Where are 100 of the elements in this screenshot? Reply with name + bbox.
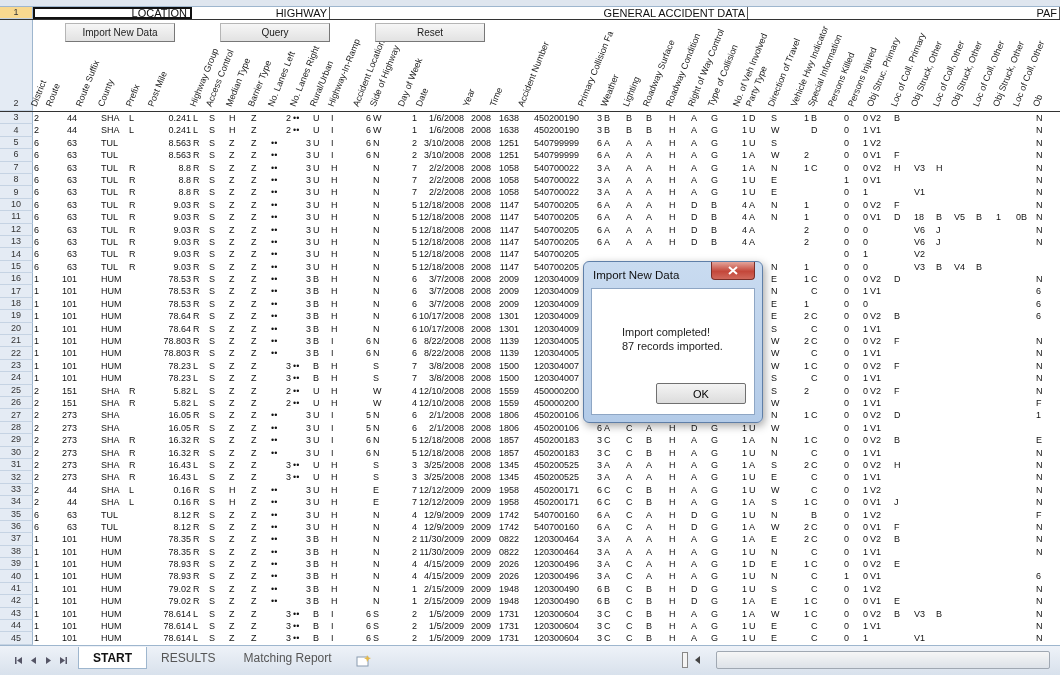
table-cell: V1 (870, 570, 881, 583)
table-cell: R (129, 458, 136, 472)
table-cell: C (811, 335, 818, 348)
table-cell: 1 (742, 136, 747, 150)
table-cell: R (193, 149, 200, 162)
table-cell: HUM (101, 310, 122, 323)
table-cell: TUL (101, 149, 118, 162)
table-cell: H (669, 620, 676, 633)
table-cell: 151 (61, 384, 77, 397)
table-cell: 450000200 (533, 397, 579, 410)
table-cell: 2008 (470, 211, 491, 224)
sheet-button[interactable]: Import New Data (65, 23, 175, 42)
table-cell: Z (251, 582, 257, 596)
table-cell: B (313, 322, 319, 336)
table-cell: Z (229, 297, 235, 311)
message-text: 87 records imported. (622, 339, 724, 353)
table-cell: 101 (61, 558, 77, 571)
table-cell: V5 (954, 211, 965, 224)
sheet-button[interactable]: Query (220, 23, 330, 42)
first-sheet-icon[interactable] (14, 655, 23, 665)
table-cell: A (604, 520, 610, 534)
table-cell: W (771, 124, 780, 137)
last-sheet-icon[interactable] (59, 655, 68, 665)
table-cell: 78.614 (163, 620, 191, 633)
table-cell: 0 (844, 235, 849, 249)
table-cell: N (373, 508, 380, 521)
table-cell: 1 (863, 347, 868, 360)
table-cell: TUL (101, 223, 118, 236)
table-cell: 1 (804, 161, 809, 174)
table-cell: U (313, 235, 320, 249)
table-cell: H (331, 471, 338, 484)
table-cell: 3 (306, 434, 311, 447)
table-cell: U (313, 471, 320, 484)
table-cell: B (711, 211, 717, 224)
table-cell: 0 (844, 149, 849, 162)
table-cell: S (209, 285, 215, 298)
table-cell: 1 (863, 186, 868, 199)
table-cell: B (604, 595, 610, 608)
sheet-tab[interactable]: START (78, 647, 148, 670)
sheet-tab[interactable]: RESULTS (147, 647, 230, 670)
tab-splitter[interactable] (681, 652, 688, 669)
table-cell: S (771, 582, 777, 596)
table-cell: V2 (870, 198, 881, 212)
table-cell: 2 (804, 533, 809, 546)
table-cell: B (313, 359, 319, 373)
table-cell: 4 (742, 235, 747, 249)
table-cell: R (193, 582, 200, 596)
table-cell: A (604, 161, 610, 174)
table-cell: L (193, 471, 198, 484)
table-cell: Z (251, 620, 257, 633)
table-cell: R (193, 297, 200, 311)
table-cell: 3 (286, 359, 291, 373)
table-cell: H (331, 483, 338, 497)
table-cell: V1 (870, 421, 881, 435)
horizontal-scrollbar[interactable] (715, 651, 1050, 670)
table-cell: 78.64 (168, 322, 191, 336)
table-cell: 1 (742, 471, 747, 484)
table-cell: S (209, 446, 215, 459)
table-cell: Z (251, 372, 257, 385)
table-cell: 1/6/2008 (428, 112, 464, 125)
ok-button[interactable]: OK (656, 383, 746, 404)
table-cell: A (749, 149, 755, 162)
table-cell: 1742 (498, 520, 519, 534)
table-cell: 5 (412, 198, 417, 212)
table-cell: 120304007 (533, 372, 579, 385)
previous-sheet-icon[interactable] (29, 655, 38, 665)
table-cell: 2 (804, 223, 809, 236)
table-cell: A (626, 471, 632, 484)
table-cell: 6 (34, 260, 39, 274)
table-cell: 0 (844, 198, 849, 212)
table-cell: Z (229, 322, 235, 336)
scroll-left-icon[interactable] (693, 655, 702, 666)
table-cell: 6 (366, 446, 371, 459)
table-cell: G (711, 446, 718, 459)
table-cell: S (209, 335, 215, 348)
table-cell: 0.16 (173, 496, 191, 509)
table-cell: 120300496 (533, 558, 579, 571)
close-button[interactable] (711, 262, 755, 280)
table-cell: 0 (844, 223, 849, 236)
table-cell: 2 (412, 136, 417, 150)
table-cell: 16.05 (168, 409, 191, 422)
table-cell: 0 (844, 582, 849, 596)
table-cell: Z (251, 211, 257, 224)
table-cell: C (626, 595, 633, 608)
table-cell: 6 (597, 149, 602, 162)
table-cell: H (331, 198, 338, 212)
table-cell: S (209, 161, 215, 174)
table-cell: 2 (34, 384, 39, 397)
table-cell: A (749, 223, 755, 236)
table-cell: 0822 (498, 533, 519, 546)
table-cell: 2 (286, 112, 291, 125)
table-cell: 6 (597, 235, 602, 249)
next-sheet-icon[interactable] (44, 655, 53, 665)
sheet-button[interactable]: Reset (375, 23, 485, 42)
table-cell: V6 (914, 223, 925, 236)
sheet-tab[interactable]: Matching Report (229, 647, 346, 670)
table-cell: D (691, 223, 698, 236)
table-cell: B (646, 483, 652, 497)
table-cell: 2 (286, 384, 291, 397)
table-cell: N (1036, 359, 1043, 373)
